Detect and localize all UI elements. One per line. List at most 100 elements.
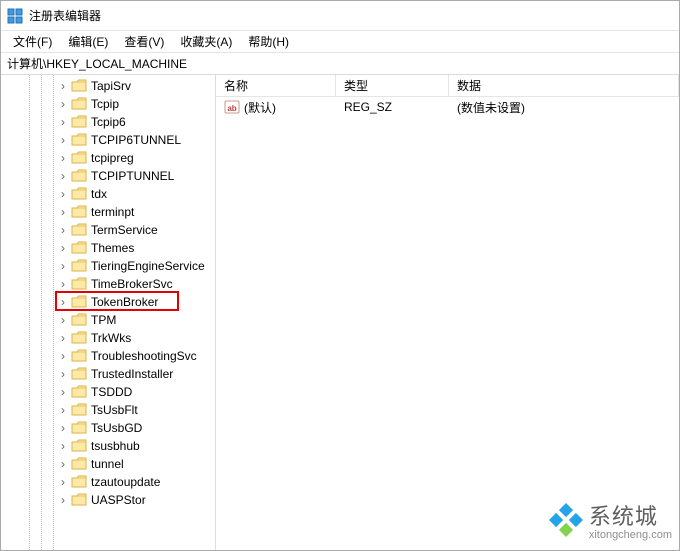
tree-item[interactable]: › TimeBrokerSvc — [1, 275, 215, 293]
tree-item[interactable]: › UASPStor — [1, 491, 215, 509]
tree-item-label: tsusbhub — [91, 439, 140, 453]
chevron-right-icon[interactable]: › — [57, 296, 69, 308]
folder-icon — [71, 331, 87, 345]
menu-edit[interactable]: 编辑(E) — [60, 31, 116, 52]
tree-item[interactable]: › TsUsbFlt — [1, 401, 215, 419]
folder-icon — [71, 439, 87, 453]
tree-item-label: tdx — [91, 187, 107, 201]
chevron-right-icon[interactable]: › — [57, 224, 69, 236]
tree-item-label: tzautoupdate — [91, 475, 160, 489]
tree-item[interactable]: › Tcpip — [1, 95, 215, 113]
col-header-type[interactable]: 类型 — [336, 75, 449, 96]
folder-icon — [71, 241, 87, 255]
tree-item-label: TPM — [91, 313, 116, 327]
folder-icon — [71, 493, 87, 507]
titlebar: 注册表编辑器 — [1, 1, 679, 31]
string-value-icon: ab — [224, 99, 240, 115]
chevron-right-icon[interactable]: › — [57, 332, 69, 344]
chevron-right-icon[interactable]: › — [57, 422, 69, 434]
tree-item[interactable]: › TokenBroker — [1, 293, 215, 311]
tree-item[interactable]: ›terminpt — [1, 203, 215, 221]
tree-item-label: TieringEngineService — [91, 259, 205, 273]
chevron-right-icon[interactable]: › — [57, 152, 69, 164]
tree-item-label: TokenBroker — [91, 295, 158, 309]
col-header-name[interactable]: 名称 — [216, 75, 336, 96]
chevron-right-icon[interactable]: › — [57, 350, 69, 362]
folder-icon — [71, 259, 87, 273]
tree-item[interactable]: ›Tcpip6 — [1, 113, 215, 131]
tree-item-label: TsUsbFlt — [91, 403, 138, 417]
tree-item[interactable]: ›Themes — [1, 239, 215, 257]
folder-icon — [71, 151, 87, 165]
tree-item-label: TapiSrv — [91, 79, 131, 93]
tree-item[interactable]: ›TrkWks — [1, 329, 215, 347]
tree-item[interactable]: › TSDDD — [1, 383, 215, 401]
chevron-right-icon[interactable]: › — [57, 386, 69, 398]
app-icon — [7, 8, 23, 24]
tree-item[interactable]: › tsusbhub — [1, 437, 215, 455]
tree-view[interactable]: › TapiSrv › Tcpip ›Tcpip6›TCPIP6TUNNEL › tcpip… — [1, 75, 216, 550]
menu-view[interactable]: 查看(V) — [116, 31, 172, 52]
tree-item-label: UASPStor — [91, 493, 146, 507]
tree-item-label: tcpipreg — [91, 151, 134, 165]
chevron-right-icon[interactable]: › — [57, 368, 69, 380]
folder-icon — [71, 205, 87, 219]
tree-item-label: TSDDD — [91, 385, 132, 399]
chevron-right-icon[interactable]: › — [57, 80, 69, 92]
chevron-right-icon[interactable]: › — [57, 404, 69, 416]
chevron-right-icon[interactable]: › — [57, 206, 69, 218]
chevron-right-icon[interactable]: › — [57, 278, 69, 290]
menu-help[interactable]: 帮助(H) — [240, 31, 297, 52]
chevron-right-icon[interactable]: › — [57, 458, 69, 470]
chevron-right-icon[interactable]: › — [57, 188, 69, 200]
tree-item[interactable]: ›TCPIP6TUNNEL — [1, 131, 215, 149]
chevron-right-icon[interactable]: › — [57, 98, 69, 110]
chevron-right-icon[interactable]: › — [57, 314, 69, 326]
tree-item-label: TimeBrokerSvc — [91, 277, 173, 291]
tree-item[interactable]: › TapiSrv — [1, 77, 215, 95]
tree-item[interactable]: › TieringEngineService — [1, 257, 215, 275]
folder-icon — [71, 385, 87, 399]
window-title: 注册表编辑器 — [29, 7, 101, 24]
tree-item[interactable]: › tzautoupdate — [1, 473, 215, 491]
tree-item-label: Tcpip — [91, 97, 119, 111]
chevron-right-icon[interactable]: › — [57, 494, 69, 506]
menu-favorites[interactable]: 收藏夹(A) — [172, 31, 240, 52]
chevron-right-icon[interactable]: › — [57, 260, 69, 272]
tree-item-label: TermService — [91, 223, 158, 237]
folder-icon — [71, 277, 87, 291]
tree-item[interactable]: › TermService — [1, 221, 215, 239]
tree-item[interactable]: ›TCPIPTUNNEL — [1, 167, 215, 185]
watermark-logo-icon — [549, 503, 583, 537]
cell-name-text: (默认) — [244, 99, 276, 116]
address-path: 计算机\HKEY_LOCAL_MACHINE — [7, 55, 187, 72]
chevron-right-icon[interactable]: › — [57, 476, 69, 488]
list-row[interactable]: ab(默认)REG_SZ(数值未设置) — [216, 97, 679, 117]
menubar: 文件(F) 编辑(E) 查看(V) 收藏夹(A) 帮助(H) — [1, 31, 679, 53]
tree-item-label: tunnel — [91, 457, 124, 471]
tree-item[interactable]: › tdx — [1, 185, 215, 203]
folder-icon — [71, 133, 87, 147]
folder-icon — [71, 403, 87, 417]
tree-item-label: TroubleshootingSvc — [91, 349, 197, 363]
registry-editor-window: 注册表编辑器 文件(F) 编辑(E) 查看(V) 收藏夹(A) 帮助(H) 计算… — [0, 0, 680, 551]
chevron-right-icon[interactable]: › — [57, 170, 69, 182]
col-header-data[interactable]: 数据 — [449, 75, 679, 96]
svg-text:ab: ab — [227, 104, 236, 113]
chevron-right-icon[interactable]: › — [57, 116, 69, 128]
list-body: ab(默认)REG_SZ(数值未设置) — [216, 97, 679, 550]
tree-item[interactable]: › TPM — [1, 311, 215, 329]
tree-item[interactable]: ›TsUsbGD — [1, 419, 215, 437]
folder-icon — [71, 169, 87, 183]
folder-icon — [71, 421, 87, 435]
chevron-right-icon[interactable]: › — [57, 134, 69, 146]
chevron-right-icon[interactable]: › — [57, 440, 69, 452]
menu-file[interactable]: 文件(F) — [5, 31, 60, 52]
tree-item[interactable]: › tunnel — [1, 455, 215, 473]
content-area: › TapiSrv › Tcpip ›Tcpip6›TCPIP6TUNNEL › tcpip… — [1, 75, 679, 550]
chevron-right-icon[interactable]: › — [57, 242, 69, 254]
tree-item[interactable]: › TroubleshootingSvc — [1, 347, 215, 365]
tree-item[interactable]: ›TrustedInstaller — [1, 365, 215, 383]
tree-item[interactable]: › tcpipreg — [1, 149, 215, 167]
address-bar[interactable]: 计算机\HKEY_LOCAL_MACHINE — [1, 53, 679, 75]
